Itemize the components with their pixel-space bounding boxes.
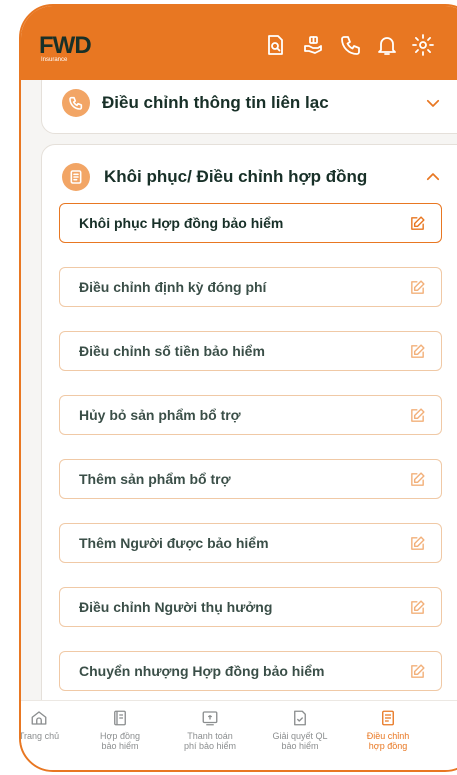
menu-item-restore-contract[interactable]: Khôi phục Hợp đồng bảo hiểm xyxy=(59,203,442,243)
document-icon xyxy=(70,170,82,184)
bottom-navigation: Trang chủ Hợp đồng bảo hiểm Thanh toán p… xyxy=(21,700,457,770)
menu-item-adjust-payment-frequency[interactable]: Điều chỉnh định kỳ đóng phí xyxy=(59,267,442,307)
edit-icon xyxy=(409,215,426,232)
menu-item-label: Hủy bỏ sản phẩm bổ trợ xyxy=(79,407,241,423)
menu-item-label: Điều chỉnh Người thụ hưởng xyxy=(79,599,273,615)
menu-item-add-insured-person[interactable]: Thêm Người được bảo hiểm xyxy=(59,523,442,563)
menu-item-label: Điều chỉnh định kỳ đóng phí xyxy=(79,279,267,295)
menu-item-adjust-beneficiary[interactable]: Điều chỉnh Người thụ hưởng xyxy=(59,587,442,627)
adjust-contract-icon xyxy=(379,709,397,727)
accordion-title[interactable]: Khôi phục/ Điều chỉnh hợp đồng xyxy=(104,167,367,187)
menu-item-add-rider[interactable]: Thêm sản phẩm bổ trợ xyxy=(59,459,442,499)
nav-label: Giải quyết QL bảo hiểm xyxy=(272,731,328,751)
nav-item-claims[interactable]: Giải quyết QL bảo hiểm xyxy=(255,709,345,751)
content-area: Điều chỉnh thông tin liên lạc Khôi phục/… xyxy=(21,80,457,700)
edit-icon xyxy=(409,407,426,424)
fwd-logo: FWD xyxy=(39,32,92,59)
menu-item-transfer-contract[interactable]: Chuyển nhượng Hợp đồng bảo hiểm xyxy=(59,651,442,691)
accordion-contact-info[interactable]: Điều chỉnh thông tin liên lạc xyxy=(41,80,457,134)
logo-subtitle: Insurance xyxy=(41,57,68,63)
chevron-up-icon[interactable] xyxy=(424,168,442,186)
menu-item-label: Thêm Người được bảo hiểm xyxy=(79,535,269,551)
nav-label: Hợp đồng bảo hiểm xyxy=(100,731,140,751)
nav-label: Thanh toán phí bảo hiểm xyxy=(183,731,237,751)
menu-item-adjust-sum-insured[interactable]: Điều chỉnh số tiền bảo hiểm xyxy=(59,331,442,371)
edit-icon xyxy=(409,279,426,296)
menu-item-label: Điều chỉnh số tiền bảo hiểm xyxy=(79,343,265,359)
nav-label: Điều chỉnh hợp đồng xyxy=(366,731,410,751)
menu-item-label: Khôi phục Hợp đồng bảo hiểm xyxy=(79,215,284,231)
menu-item-cancel-rider[interactable]: Hủy bỏ sản phẩm bổ trợ xyxy=(59,395,442,435)
phone-icon xyxy=(69,96,83,110)
edit-icon xyxy=(409,471,426,488)
edit-icon xyxy=(409,535,426,552)
edit-icon xyxy=(409,663,426,680)
contract-icon xyxy=(111,709,129,727)
claim-icon xyxy=(291,709,309,727)
menu-item-label: Chuyển nhượng Hợp đồng bảo hiểm xyxy=(79,663,325,679)
nav-item-contract[interactable]: Hợp đồng bảo hiểm xyxy=(75,709,165,751)
bell-icon[interactable] xyxy=(375,33,399,57)
accordion-icon-badge xyxy=(62,163,90,191)
home-icon xyxy=(30,709,48,727)
accordion-title: Điều chỉnh thông tin liên lạc xyxy=(102,93,329,112)
document-search-icon[interactable] xyxy=(263,33,287,57)
payment-icon xyxy=(201,709,219,727)
accordion-icon-badge xyxy=(62,89,90,117)
nav-item-payment[interactable]: Thanh toán phí bảo hiểm xyxy=(165,709,255,751)
chevron-down-icon[interactable] xyxy=(424,94,442,112)
hand-gift-icon[interactable] xyxy=(301,33,325,57)
app-header: FWD Insurance xyxy=(21,6,457,80)
phone-frame: FWD Insurance Điều chỉnh thông tin liên … xyxy=(19,4,457,772)
edit-icon xyxy=(409,343,426,360)
nav-item-adjust-contract[interactable]: Điều chỉnh hợp đồng xyxy=(343,709,433,751)
phone-icon[interactable] xyxy=(339,33,363,57)
settings-icon[interactable] xyxy=(411,33,435,57)
menu-item-label: Thêm sản phẩm bổ trợ xyxy=(79,471,231,487)
edit-icon xyxy=(409,599,426,616)
